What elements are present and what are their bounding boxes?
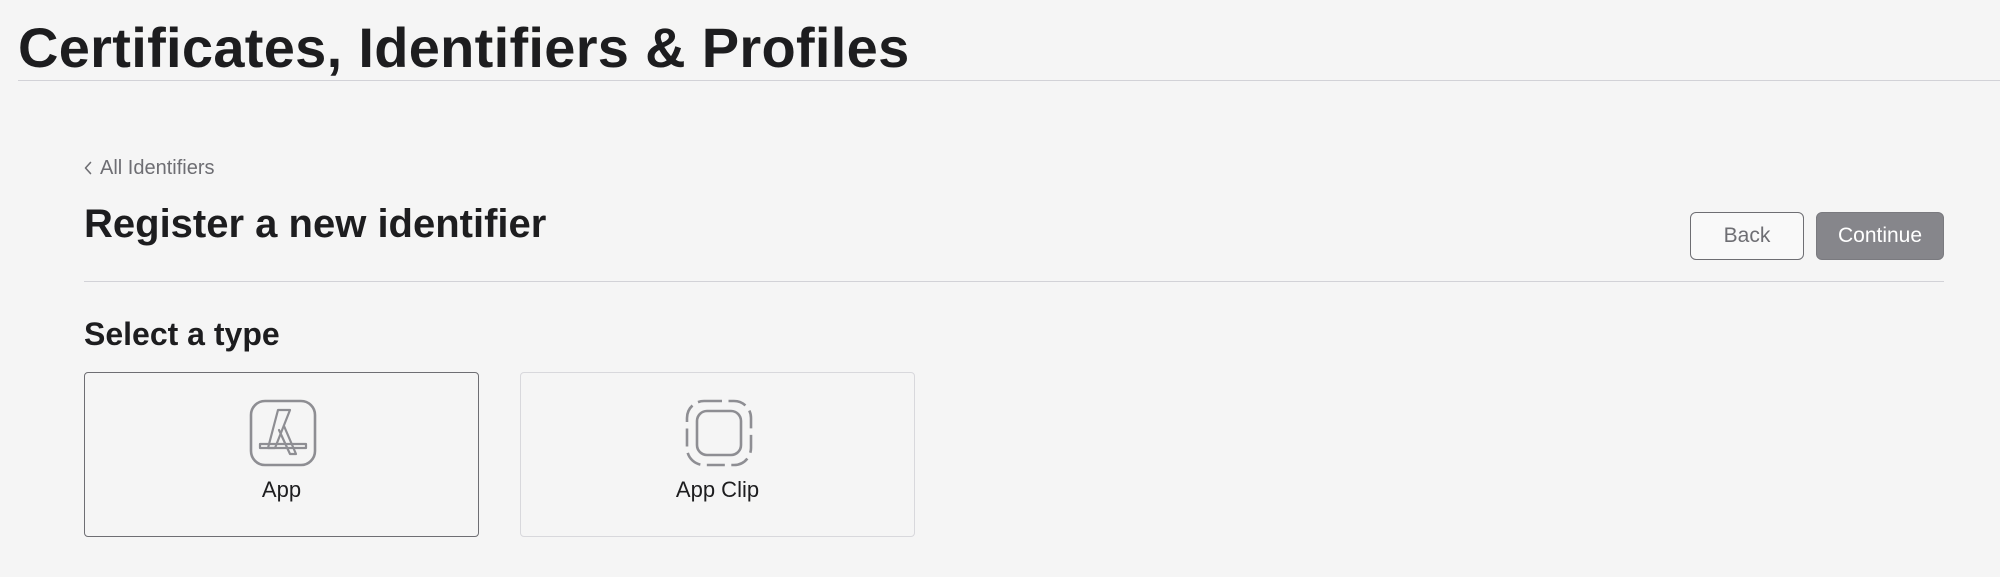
back-button[interactable]: Back (1690, 212, 1804, 260)
page-header: Certificates, Identifiers & Profiles (18, 0, 2000, 81)
select-type-heading: Select a type (84, 316, 280, 352)
app-store-icon (249, 399, 317, 467)
main-content: All Identifiers Register a new identifie… (84, 150, 1944, 550)
type-option-app[interactable]: App (84, 372, 479, 537)
type-option-app-clip[interactable]: App Clip (520, 372, 915, 537)
section-title: Register a new identifier (84, 202, 547, 246)
continue-button[interactable]: Continue (1816, 212, 1944, 260)
section-divider (84, 281, 1944, 282)
app-clip-icon (685, 399, 753, 467)
type-option-label: App (261, 477, 302, 502)
page-title: Certificates, Identifiers & Profiles (18, 16, 910, 79)
breadcrumb-all-identifiers[interactable]: All Identifiers (84, 156, 215, 180)
chevron-left-icon (84, 161, 92, 175)
type-option-label: App Clip (675, 477, 760, 502)
breadcrumb-label: All Identifiers (100, 157, 215, 179)
